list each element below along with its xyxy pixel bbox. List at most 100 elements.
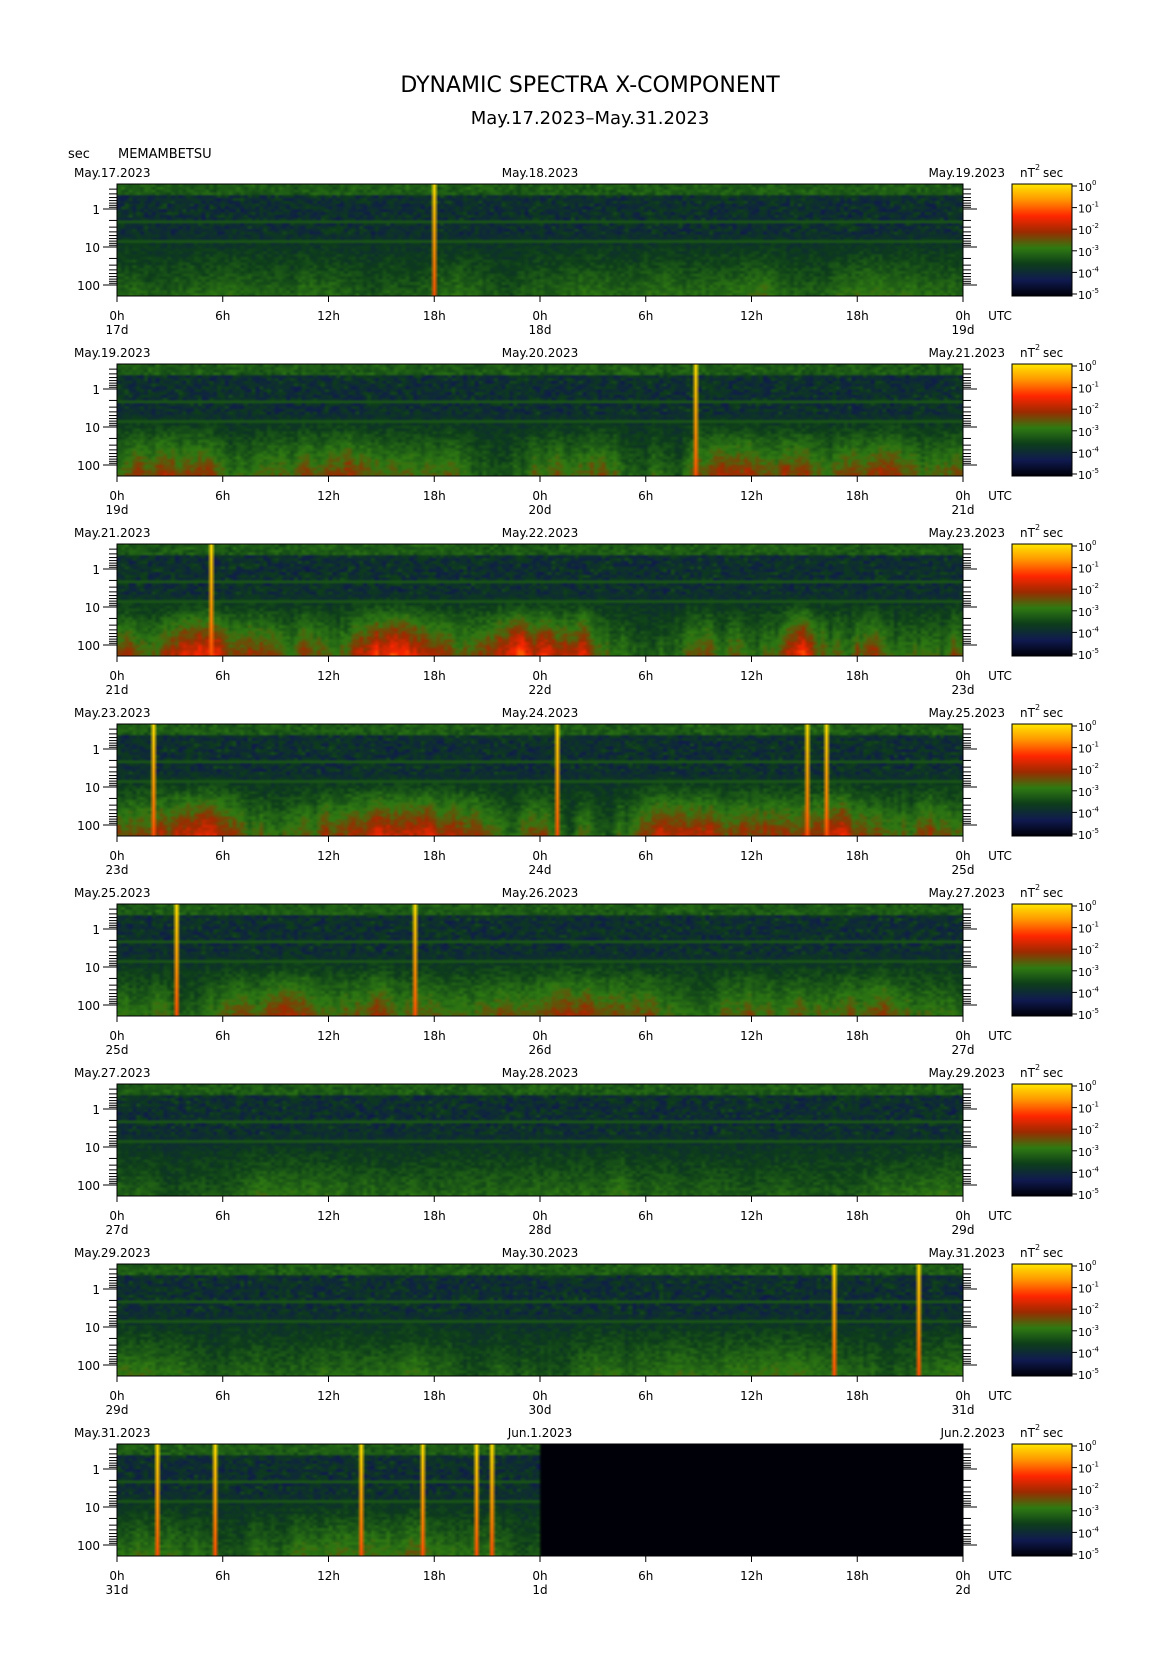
x-tick-label: 0h xyxy=(532,1569,547,1583)
day-label: 27d xyxy=(952,1043,975,1057)
y-tick-label: 10 xyxy=(85,421,100,435)
panels-group: May.17.2023 May.18.2023 May.19.2023 1 10 100 0… xyxy=(74,163,1100,1597)
y-tick-label: 10 xyxy=(85,241,100,255)
x-tick-label: 12h xyxy=(317,489,340,503)
x-tick-label: 18h xyxy=(846,1029,869,1043)
colorbar-tick-label: 100 xyxy=(1078,719,1096,734)
x-tick-label: 12h xyxy=(317,1209,340,1223)
y-tick-label: 100 xyxy=(77,1539,100,1553)
panel-end-date: Jun.2.2023 xyxy=(939,1426,1005,1440)
day-label: 21d xyxy=(952,503,975,517)
panel-start-date: May.27.2023 xyxy=(74,1066,151,1080)
day-label: 19d xyxy=(106,503,129,517)
panel-end-date: May.27.2023 xyxy=(928,886,1005,900)
colorbar-unit-label: nT2 sec xyxy=(1020,1063,1063,1080)
x-tick-label: 12h xyxy=(740,669,763,683)
spectrogram-image xyxy=(117,1264,963,1376)
x-tick-label: 0h xyxy=(109,669,124,683)
y-tick-label: 100 xyxy=(77,819,100,833)
day-label: 2d xyxy=(955,1583,970,1597)
colorbar-tick-label: 100 xyxy=(1078,1079,1096,1094)
x-tick-label: 18h xyxy=(423,1569,446,1583)
spectra-panel: May.17.2023 May.18.2023 May.19.2023 1 10 100 0… xyxy=(74,163,1100,337)
colorbar-tick-label: 10-3 xyxy=(1078,424,1099,439)
y-tick-label: 1 xyxy=(92,383,100,397)
spectra-panel: May.25.2023 May.26.2023 May.27.2023 1 10 100 0… xyxy=(74,883,1100,1057)
spectrogram-image xyxy=(117,364,963,476)
colorbar-tick-label: 10-1 xyxy=(1078,1101,1099,1116)
spectrogram-image xyxy=(117,1444,963,1556)
day-label: 30d xyxy=(529,1403,552,1417)
colorbar-tick-label: 10-5 xyxy=(1078,1007,1099,1022)
colorbar-tick-label: 100 xyxy=(1078,359,1096,374)
day-label: 17d xyxy=(106,323,129,337)
panel-start-date: May.25.2023 xyxy=(74,886,151,900)
x-tick-label: 18h xyxy=(846,489,869,503)
dynamic-spectra-figure: DYNAMIC SPECTRA X-COMPONENT May.17.2023–… xyxy=(68,73,1100,1597)
colorbar-tick-label: 10-4 xyxy=(1078,985,1100,1000)
utc-label: UTC xyxy=(988,849,1012,863)
panel-mid-date: May.28.2023 xyxy=(502,1066,579,1080)
x-tick-label: 12h xyxy=(740,489,763,503)
day-label: 1d xyxy=(532,1583,547,1597)
x-tick-label: 12h xyxy=(740,849,763,863)
x-tick-label: 0h xyxy=(955,1209,970,1223)
x-tick-label: 0h xyxy=(532,1209,547,1223)
panel-mid-date: May.24.2023 xyxy=(502,706,579,720)
x-tick-label: 6h xyxy=(215,849,230,863)
colorbar-tick-label: 10-4 xyxy=(1078,1525,1100,1540)
colorbar-tick-label: 10-4 xyxy=(1078,805,1100,820)
colorbar-tick-label: 10-4 xyxy=(1078,1345,1100,1360)
y-tick-label: 100 xyxy=(77,1359,100,1373)
colorbar-tick-label: 100 xyxy=(1078,1439,1096,1454)
panel-end-date: May.25.2023 xyxy=(928,706,1005,720)
x-tick-label: 0h xyxy=(109,1029,124,1043)
day-label: 27d xyxy=(106,1223,129,1237)
day-label: 22d xyxy=(529,683,552,697)
colorbar-unit-label: nT2 sec xyxy=(1020,343,1063,360)
colorbar-tick-label: 10-5 xyxy=(1078,1547,1099,1562)
x-tick-label: 0h xyxy=(955,849,970,863)
day-label: 20d xyxy=(529,503,552,517)
x-tick-label: 18h xyxy=(423,1029,446,1043)
colorbar-tick-label: 10-1 xyxy=(1078,561,1099,576)
panel-end-date: May.29.2023 xyxy=(928,1066,1005,1080)
x-tick-label: 18h xyxy=(846,1209,869,1223)
panel-end-date: May.21.2023 xyxy=(928,346,1005,360)
panel-start-date: May.29.2023 xyxy=(74,1246,151,1260)
x-tick-label: 18h xyxy=(423,309,446,323)
x-tick-label: 12h xyxy=(740,1569,763,1583)
spectra-panel: May.23.2023 May.24.2023 May.25.2023 1 10 100 0… xyxy=(74,703,1100,877)
colorbar-tick-label: 10-2 xyxy=(1078,582,1099,597)
day-label: 31d xyxy=(952,1403,975,1417)
day-label: 21d xyxy=(106,683,129,697)
panel-mid-date: Jun.1.2023 xyxy=(507,1426,573,1440)
colorbar-tick-label: 10-3 xyxy=(1078,1144,1099,1159)
x-tick-label: 18h xyxy=(846,1569,869,1583)
y-tick-label: 100 xyxy=(77,459,100,473)
colorbar-tick-label: 10-3 xyxy=(1078,604,1099,619)
day-label: 25d xyxy=(106,1043,129,1057)
colorbar-tick-label: 10-5 xyxy=(1078,647,1099,662)
x-tick-label: 0h xyxy=(955,489,970,503)
panel-start-date: May.23.2023 xyxy=(74,706,151,720)
y-tick-label: 10 xyxy=(85,1141,100,1155)
x-tick-label: 6h xyxy=(638,849,653,863)
x-tick-label: 18h xyxy=(423,669,446,683)
colorbar xyxy=(1011,183,1073,297)
y-tick-label: 10 xyxy=(85,781,100,795)
spectra-panel: May.21.2023 May.22.2023 May.23.2023 1 10 100 0… xyxy=(74,523,1100,697)
colorbar xyxy=(1011,363,1073,477)
x-tick-label: 18h xyxy=(846,309,869,323)
figure-subtitle: May.17.2023–May.31.2023 xyxy=(471,108,710,129)
colorbar-tick-label: 10-1 xyxy=(1078,201,1099,216)
panel-mid-date: May.22.2023 xyxy=(502,526,579,540)
x-tick-label: 12h xyxy=(317,1389,340,1403)
x-tick-label: 6h xyxy=(638,669,653,683)
x-tick-label: 12h xyxy=(317,1569,340,1583)
panel-start-date: May.21.2023 xyxy=(74,526,151,540)
utc-label: UTC xyxy=(988,669,1012,683)
x-tick-label: 0h xyxy=(955,1569,970,1583)
colorbar-unit-label: nT2 sec xyxy=(1020,703,1063,720)
y-tick-label: 10 xyxy=(85,1501,100,1515)
